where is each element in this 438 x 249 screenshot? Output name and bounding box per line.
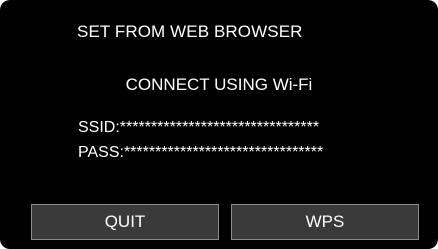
wps-button[interactable]: WPS	[231, 204, 419, 240]
wifi-setup-screen: SET FROM WEB BROWSER CONNECT USING Wi-Fi…	[0, 0, 438, 249]
screen-title: SET FROM WEB BROWSER	[77, 22, 303, 41]
ssid-label: SSID:	[78, 119, 120, 136]
ssid-row: SSID:********************************	[78, 119, 319, 137]
password-label: PASS:	[78, 144, 124, 161]
password-row: PASS:********************************	[78, 144, 323, 162]
password-value: ********************************	[123, 144, 324, 161]
connection-instruction: CONNECT USING Wi-Fi	[125, 75, 313, 94]
quit-button[interactable]: QUIT	[31, 204, 219, 240]
ssid-value: ********************************	[119, 119, 320, 136]
